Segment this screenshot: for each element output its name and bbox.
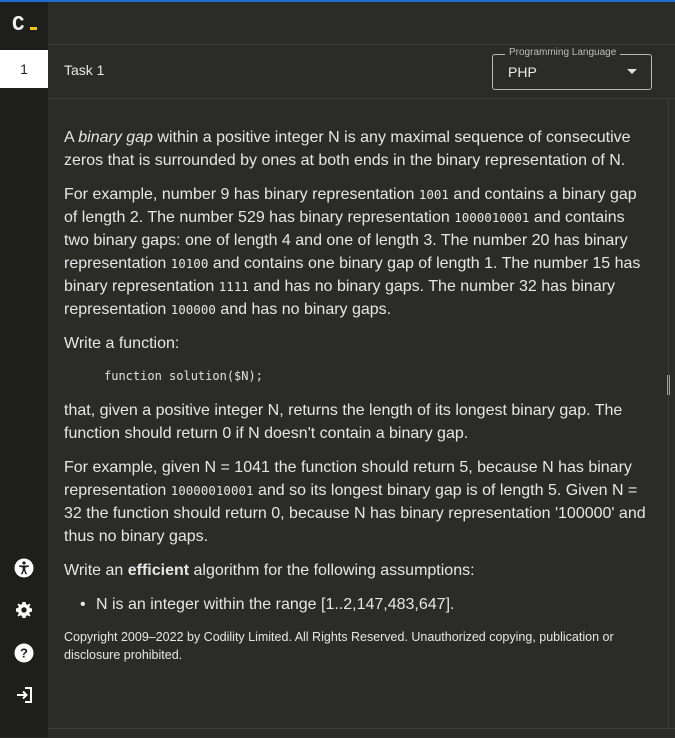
task-header: Task 1 Programming Language PHP [48,45,675,99]
panel-divider [668,98,669,728]
language-select-value: PHP [508,64,537,80]
code-inline: 1111 [218,279,249,294]
code-inline: 10000010001 [170,483,254,498]
assumptions-list: N is an integer within the range [1..2,1… [64,593,649,616]
write-function-paragraph: Write a function: [64,335,180,352]
example-2-paragraph: For example, given N = 1041 the function… [64,456,649,548]
logout-icon[interactable] [14,685,34,705]
definition-paragraph: A binary gap within a positive integer N… [64,126,649,172]
assumption-item: N is an integer within the range [1..2,1… [80,593,649,616]
code-inline: 1001 [418,187,449,202]
svg-text:?: ? [20,646,28,661]
text: A [64,129,79,146]
function-signature: function solution($N); [104,369,263,383]
code-inline: 100000 [170,302,216,317]
chevron-down-icon [627,69,637,74]
code-inline: 1000010001 [454,210,530,225]
requirement-paragraph: that, given a positive integer N, return… [64,402,623,442]
accessibility-icon[interactable] [14,558,34,578]
task-description: A binary gap within a positive integer N… [64,126,649,664]
resize-handle[interactable] [667,375,670,395]
help-icon[interactable]: ? [14,643,34,663]
task-tab-1[interactable]: 1 [0,50,48,88]
logo-cursor-dash [30,27,37,30]
top-bar [48,2,675,45]
text: algorithm for the following assumptions: [189,562,475,579]
emphasis-efficient: efficient [127,562,190,579]
text: and has no binary gaps. [215,301,392,318]
language-select-label: Programming Language [505,47,621,58]
text: For example, number 9 has binary represe… [64,186,419,203]
task-title: Task 1 [64,62,105,78]
sidebar: C 1 ? [0,2,48,737]
assumptions-intro: Write an efficient algorithm for the fol… [64,559,649,582]
codility-logo: C [12,14,25,37]
gear-icon[interactable] [14,600,34,620]
example-paragraph: For example, number 9 has binary represe… [64,183,649,321]
code-inline: 10100 [170,256,209,271]
text: Write an [64,562,128,579]
copyright-notice: Copyright 2009–2022 by Codility Limited.… [64,630,614,662]
language-select[interactable]: Programming Language PHP [492,47,652,90]
term-binary-gap: binary gap [78,129,153,146]
